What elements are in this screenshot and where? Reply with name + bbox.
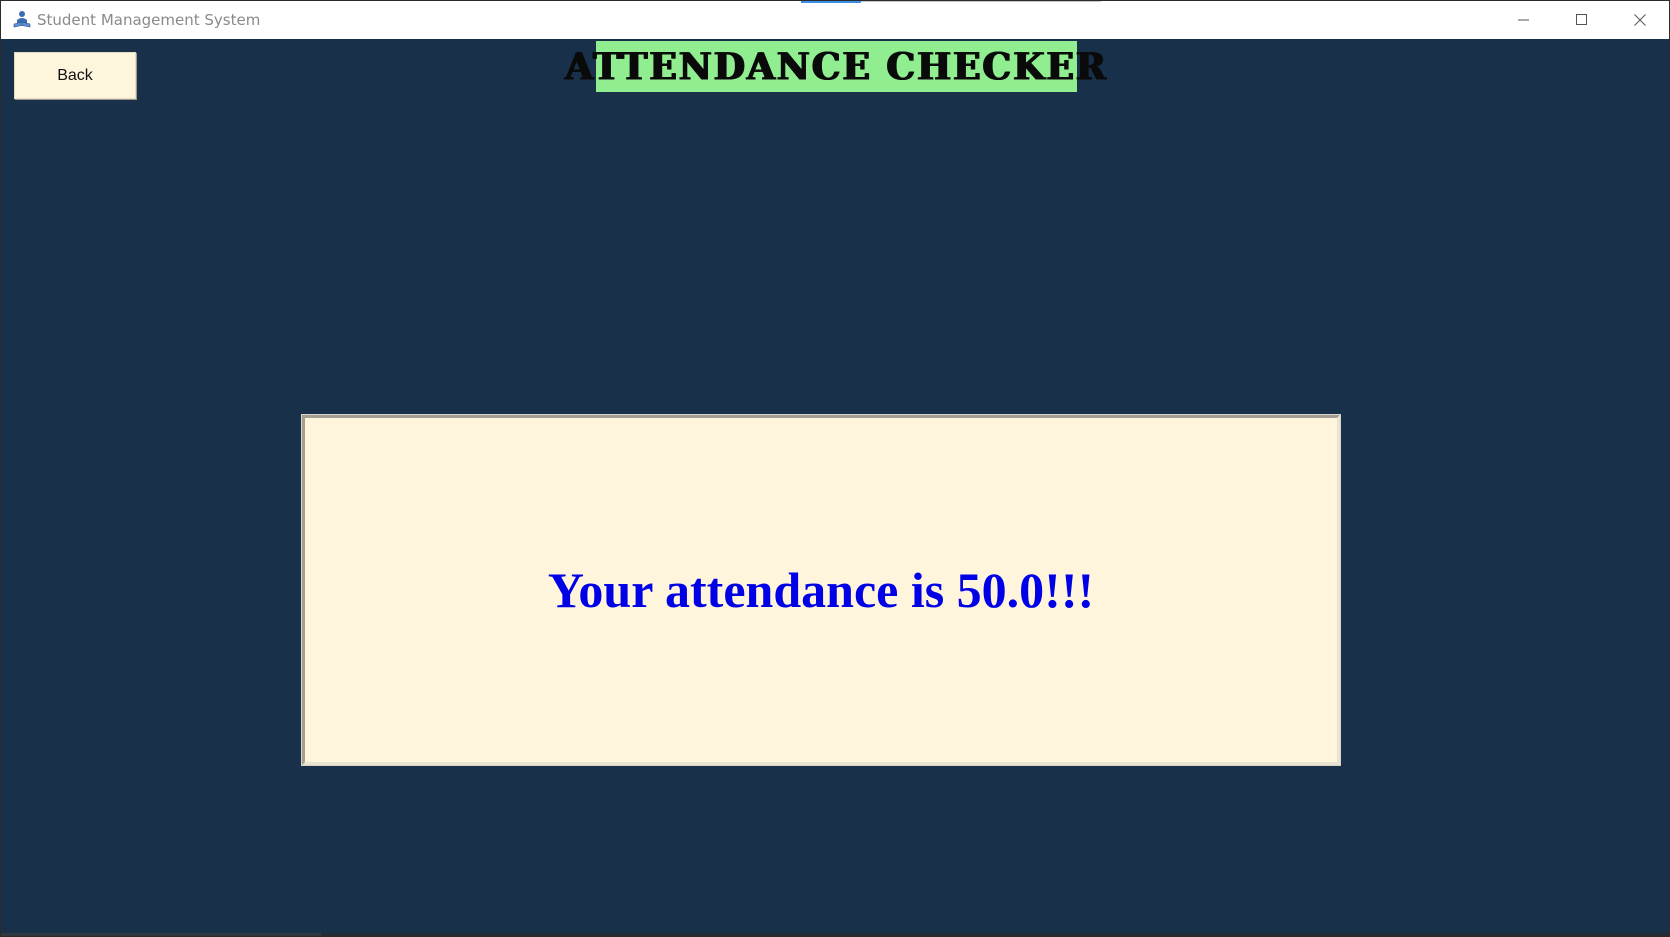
student-reading-icon [12,10,32,30]
close-icon [1634,14,1646,26]
close-button[interactable] [1611,1,1669,39]
maximize-button[interactable] [1553,1,1611,39]
horizontal-scrollbar[interactable] [1,933,1669,936]
app-window: Student Management System Back ATTENDANC… [0,0,1670,937]
window-title: Student Management System [37,11,261,29]
page-header: ATTENDANCE CHECKER [565,41,1106,92]
attendance-result-message: Your attendance is 50.0!!! [547,562,1095,618]
back-button[interactable]: Back [14,52,136,99]
minimize-button[interactable] [1495,1,1553,39]
result-panel: Your attendance is 50.0!!! [301,414,1341,766]
main-content: Back ATTENDANCE CHECKER Your attendance … [1,39,1669,936]
back-button-label: Back [57,66,93,84]
title-bar-accent [801,1,861,3]
scrollbar-thumb[interactable] [1,933,321,936]
title-bar[interactable]: Student Management System [1,1,1669,39]
maximize-icon [1576,14,1588,26]
title-bar-divider [861,1,1101,2]
minimize-icon [1518,14,1530,26]
page-title: ATTENDANCE CHECKER [565,44,1108,89]
